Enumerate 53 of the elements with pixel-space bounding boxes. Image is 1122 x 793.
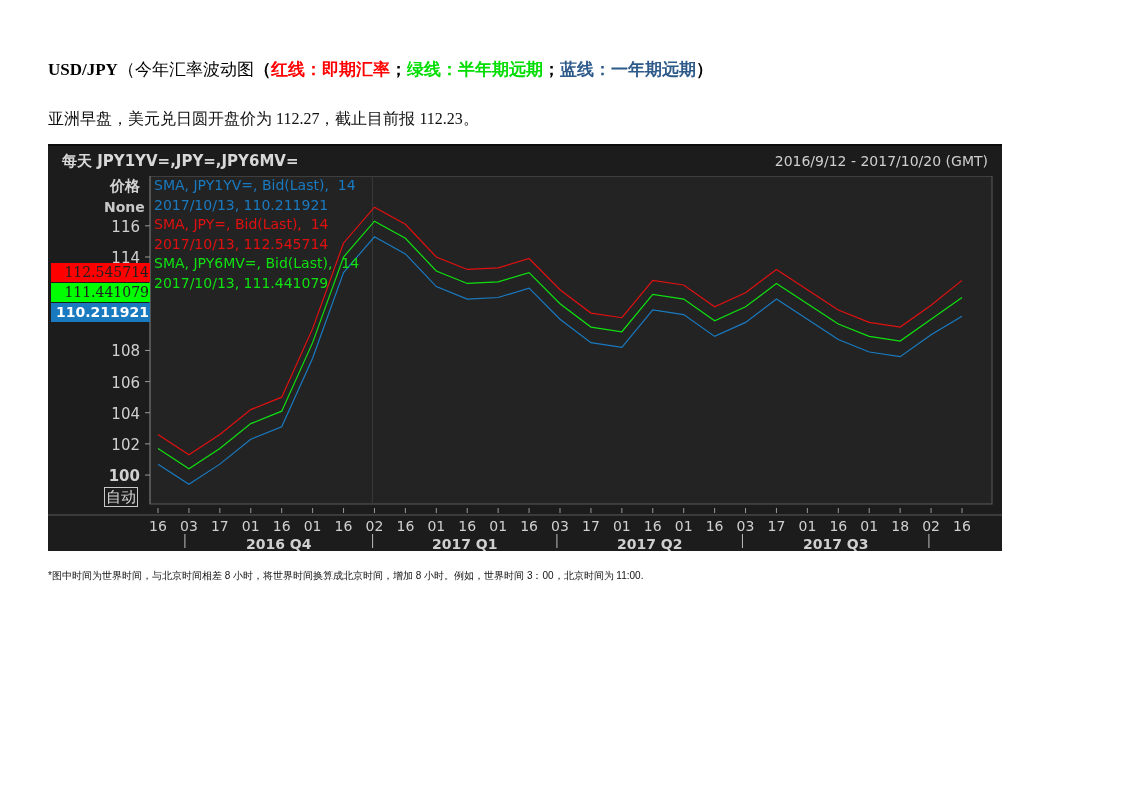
y-tick-label: 100: [108, 467, 140, 486]
x-tick-label: 01: [612, 518, 631, 534]
quarter-label: 2016 Q4: [246, 536, 312, 551]
x-tick-label: 01: [241, 518, 260, 534]
y-tick-label: 102: [111, 435, 140, 454]
x-tick-label: 16: [334, 518, 353, 534]
heading: USD/JPY（今年汇率波动图（红线：即期汇率；绿线：半年期远期；蓝线：一年期远期）: [48, 59, 714, 81]
x-tick-label: 17: [767, 518, 786, 534]
x-tick-label: 16: [829, 518, 848, 534]
y-tick-label: 116: [111, 217, 140, 236]
quarter-label: 2017 Q1: [432, 536, 498, 551]
legend-text: 2017/10/13, 111.441079: [154, 273, 330, 293]
x-tick-label: 17: [582, 518, 600, 534]
x-tick-label: 16: [643, 518, 662, 534]
y-tick-label: 104: [111, 404, 140, 423]
axis-subtitle: None: [104, 198, 145, 217]
x-tick-label: 16: [458, 518, 477, 534]
x-tick-label: 03: [736, 518, 755, 534]
x-tick-label: 01: [303, 518, 322, 534]
x-tick-label: 16: [705, 518, 724, 534]
legend-text: 2017/10/13, 110.211921: [154, 195, 330, 215]
x-tick-label: 18: [891, 518, 910, 534]
quarter-label: 2017 Q3: [802, 536, 869, 551]
auto-button[interactable]: 自动: [104, 487, 138, 507]
x-tick-label: 01: [674, 518, 693, 534]
axis-title: 价格: [110, 176, 140, 197]
x-tick-label: 16: [953, 518, 971, 534]
legend-text: SMA, JPY=, Bid(Last), 14: [154, 215, 330, 235]
x-tick-label: 01: [860, 518, 879, 534]
legend-text: 2017/10/13, 112.545714: [154, 234, 330, 254]
x-tick-label: 01: [798, 518, 817, 534]
quarter-label: 2017 Q2: [616, 536, 683, 551]
legend-text: SMA, JPY1YV=, Bid(Last), 14: [154, 176, 357, 195]
x-tick-label: 01: [489, 518, 508, 534]
value-badge: 112.545714: [51, 263, 150, 282]
paragraph: 亚洲早盘，美元兑日圆开盘价为 112.27，截止目前报 112.23。: [48, 109, 480, 129]
x-tick-label: 01: [427, 518, 446, 534]
x-tick-label: 16: [272, 518, 291, 534]
x-tick-label: 03: [180, 518, 198, 534]
x-tick-label: 17: [210, 518, 229, 534]
chart-title: 每天 JPY1YV=,JPY=,JPY6MV=: [62, 150, 299, 172]
x-tick-label: 16: [396, 518, 415, 534]
x-tick-label: 03: [551, 518, 569, 534]
footnote: *图中时间为世界时间，与北京时间相差 8 小时，将世界时间换算成北京时间，增加 8 小时。例如，世界时间 3：00，北京时间为 11:00.: [48, 569, 645, 583]
value-badge: 110.211921: [51, 303, 150, 322]
x-tick-label: 02: [922, 518, 940, 534]
x-tick-label: 16: [149, 518, 167, 534]
x-tick-label: 16: [520, 518, 538, 534]
y-tick-label: 108: [111, 342, 140, 361]
x-tick-label: 02: [365, 518, 384, 534]
value-badge: 111.441079: [51, 283, 150, 302]
date-range: 2016/9/12 - 2017/10/20 (GMT): [774, 151, 988, 171]
y-tick-label: 106: [111, 373, 140, 392]
